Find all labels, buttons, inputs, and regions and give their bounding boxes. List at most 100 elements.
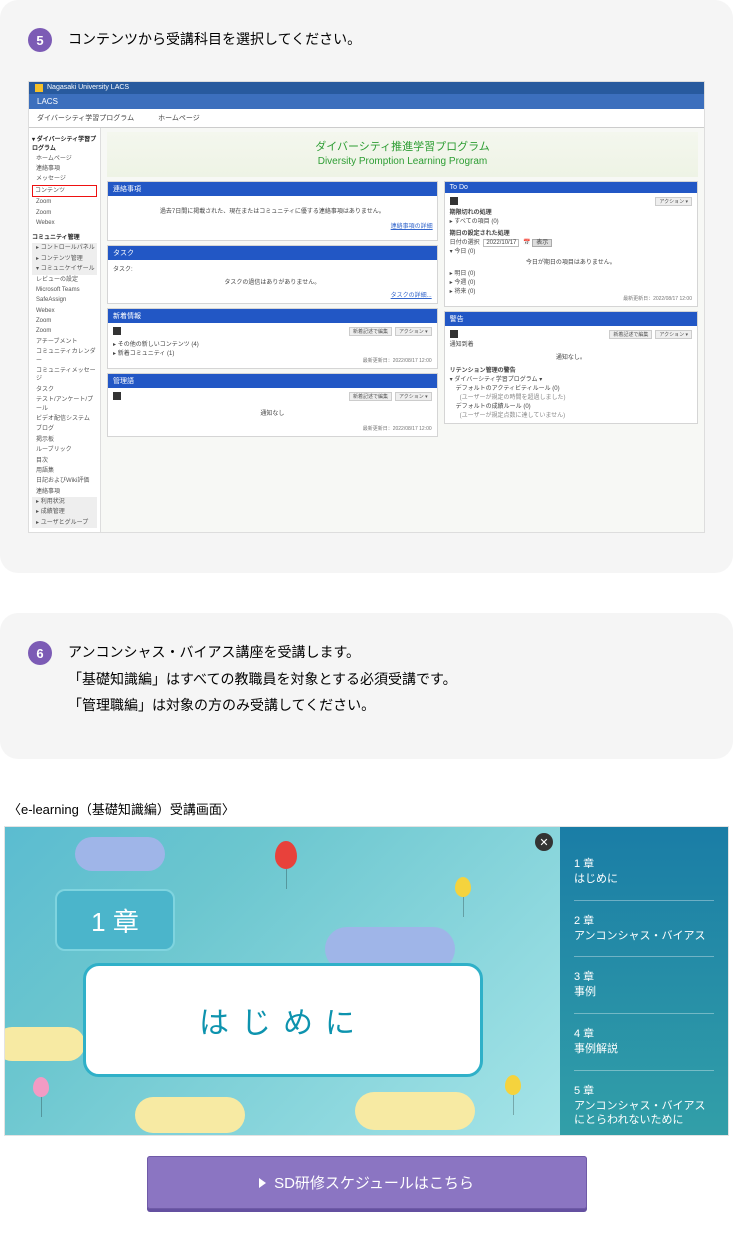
action-dropdown[interactable]: アクション ▾ (655, 197, 692, 206)
elearn-chapter-nav: 1 章はじめに 2 章アンコンシャス・バイアス 3 章事例 4 章事例解説 5 … (560, 827, 728, 1135)
sidebar-item[interactable]: タスク (32, 385, 97, 395)
whatsnew-item[interactable]: 新着コミュニティ (1) (118, 351, 175, 357)
lacs-titlebar: Nagasaki University LACS (29, 82, 704, 94)
sidebar-item[interactable]: Microsoft Teams (32, 285, 97, 295)
lacs-tabbar: ダイバーシティ学習プログラム ホームページ (29, 109, 704, 128)
todo-future[interactable]: ▸ 将来 (0) (450, 286, 692, 295)
avatar-icon (113, 327, 121, 335)
close-icon[interactable]: ✕ (535, 833, 553, 851)
sidebar-item[interactable]: 目次 (32, 456, 97, 466)
chapter-nav-item[interactable]: 5 章アンコンシャス・バイアスにとらわれないために (574, 1084, 714, 1129)
panel-todo: To Do アクション ▾ 期限切れの処理 ▸ すべての項目 (0) 期日の設定… (444, 181, 698, 307)
balloon-deco (505, 1075, 521, 1095)
sidebar-item[interactable]: ルーブリック (32, 445, 97, 455)
admin-timestamp: 最新更新日：2022/08/17 12:00 (113, 425, 432, 432)
edit-link[interactable]: 新着記述で編集 (349, 392, 392, 401)
edit-link[interactable]: 新着記述で編集 (609, 330, 652, 339)
chapter-title-card: はじめに (83, 963, 483, 1077)
panel-tasks: タスク タスク: タスクの過信はありがありません。 タスクの詳細... (107, 245, 438, 304)
lacs-logo (35, 84, 43, 92)
lacs-navbar: LACS (29, 94, 704, 109)
sidebar-item[interactable]: ビデオ配信システム (32, 414, 97, 424)
todo-tomorrow[interactable]: ▸ 明日 (0) (450, 268, 692, 277)
admin-body: 通知なし (113, 408, 432, 417)
alerts-body: 通知なし。 (450, 352, 692, 361)
sidebar-item[interactable]: ▸ コンテンツ管理 (32, 254, 97, 264)
action-dropdown[interactable]: アクション ▾ (395, 392, 432, 401)
retention-rule[interactable]: デフォルトの成績ルール (0) (456, 401, 692, 410)
chapter-nav-item[interactable]: 2 章アンコンシャス・バイアス (574, 914, 714, 944)
edit-link[interactable]: 新着記述で編集 (349, 327, 392, 336)
panel-alerts: 警告 アクション ▾ 新着記述で編集 通知到着 通知なし。 リテンション管理の警… (444, 311, 698, 424)
sidebar-item[interactable]: ▸ 成績管理 (32, 507, 97, 517)
lacs-tab-homepage[interactable]: ホームページ (158, 113, 200, 123)
retention-rule-sub: (ユーザーが規定点数に達していません) (460, 410, 692, 419)
sidebar-item[interactable]: SafeAssign (32, 295, 97, 305)
panel-header: タスク (108, 246, 437, 260)
panel-header: 管理語 (108, 374, 437, 388)
sidebar-item[interactable]: 日記およびWiki評価 (32, 476, 97, 486)
sidebar-item[interactable]: Zoom (32, 197, 97, 207)
step5-card: 5 コンテンツから受講科目を選択してください。 Nagasaki Univers… (0, 0, 733, 573)
todo-week[interactable]: ▸ 今週 (0) (450, 277, 692, 286)
sidebar-item[interactable]: Webex (32, 306, 97, 316)
sidebar-item[interactable]: Zoom (32, 208, 97, 218)
action-dropdown[interactable]: アクション ▾ (395, 327, 432, 336)
sidebar-item[interactable]: Zoom (32, 316, 97, 326)
panel-header: To Do (445, 182, 697, 193)
sidebar-item[interactable]: コミュニティカレンダー (32, 347, 97, 366)
sidebar-item[interactable]: ▸ ユーザとグループ (32, 518, 97, 528)
chapter-badge: 1 章 (55, 889, 175, 951)
sidebar-item[interactable]: レビューの設定 (32, 275, 97, 285)
sidebar-item[interactable]: 掲示板 (32, 435, 97, 445)
avatar-icon (450, 197, 458, 205)
date-input[interactable]: 2022/10/17 (483, 239, 519, 247)
sidebar-item[interactable]: 連絡事項 (32, 487, 97, 497)
sidebar-item[interactable]: アチーブメント (32, 337, 97, 347)
sd-schedule-button[interactable]: SD研修スケジュールはこちら (147, 1156, 587, 1209)
go-button[interactable]: 表示 (532, 239, 552, 247)
program-title-en: Diversity Promption Learning Program (111, 156, 694, 167)
avatar-icon (113, 392, 121, 400)
panel-whatsnew: 新着情報 アクション ▾ 新着記述で編集 ▸ その他の新しいコンテンツ (4) … (107, 308, 438, 369)
retention-program[interactable]: ▾ ダイバーシティ学習プログラム ▾ (450, 374, 692, 383)
step6-number-badge: 6 (28, 641, 52, 665)
play-icon (259, 1178, 266, 1188)
program-title-jp: ダイバーシティ推進学習プログラム (111, 138, 694, 154)
elearn-screenshot: ✕ 1 章 はじめに 1 章はじめに 2 章アンコンシャス・バイアス 3 章事例… (4, 826, 729, 1136)
sidebar-item[interactable]: メッセージ (32, 174, 97, 184)
todo-all-items[interactable]: すべての項目 (0) (454, 219, 498, 225)
panel-header: 新着情報 (108, 309, 437, 323)
retention-rule[interactable]: デフォルトのアクティビティルール (0) (456, 383, 692, 392)
sidebar-item[interactable]: ホームページ (32, 154, 97, 164)
cloud-deco (4, 1027, 85, 1061)
sidebar-item[interactable]: ▾ コミュニケイザール (32, 264, 97, 274)
panel-header: 警告 (445, 312, 697, 326)
sidebar-item[interactable]: 用語集 (32, 466, 97, 476)
sidebar-item[interactable]: ブログ (32, 424, 97, 434)
sidebar-item[interactable]: Webex (32, 218, 97, 228)
chapter-nav-item[interactable]: 1 章はじめに (574, 857, 714, 887)
action-dropdown[interactable]: アクション ▾ (655, 330, 692, 339)
sidebar-item[interactable]: ▸ 利用状況 (32, 497, 97, 507)
step5-text: コンテンツから受講科目を選択してください。 (68, 26, 361, 53)
sidebar-item[interactable]: 連絡事項 (32, 164, 97, 174)
cloud-deco (75, 837, 165, 871)
sidebar-item[interactable]: テスト/アンケート/プール (32, 395, 97, 414)
panel-announcements: 連絡事項 過去7日間に掲載された、現在またはコミュニティに優する連絡事項はありま… (107, 181, 438, 241)
lacs-sidebar: ▾ ダイバーシティ学習プログラム ホームページ 連絡事項 メッセージ コンテンツ… (29, 128, 101, 533)
sidebar-item[interactable]: コミュニティメッセージ (32, 366, 97, 385)
tasks-more-link[interactable]: タスクの詳細... (113, 290, 432, 299)
whatsnew-item[interactable]: その他の新しいコンテンツ (4) (118, 342, 199, 348)
announcements-more-link[interactable]: 連絡事項の詳細 (112, 221, 433, 230)
chapter-nav-item[interactable]: 3 章事例 (574, 970, 714, 1000)
calendar-icon[interactable]: 📅 (523, 240, 530, 246)
sidebar-item[interactable]: ▸ コントロールパネル (32, 243, 97, 253)
sidebar-item[interactable]: Zoom (32, 326, 97, 336)
lacs-tab-program[interactable]: ダイバーシティ学習プログラム (37, 113, 134, 123)
sidebar-item-content-highlighted[interactable]: コンテンツ (32, 185, 97, 197)
chapter-nav-item[interactable]: 4 章事例解説 (574, 1027, 714, 1057)
todo-msg: 今日が期日の項目はありません。 (450, 257, 692, 266)
balloon-deco (275, 841, 297, 869)
todo-today[interactable]: ▾ 今日 (0) (450, 246, 692, 255)
